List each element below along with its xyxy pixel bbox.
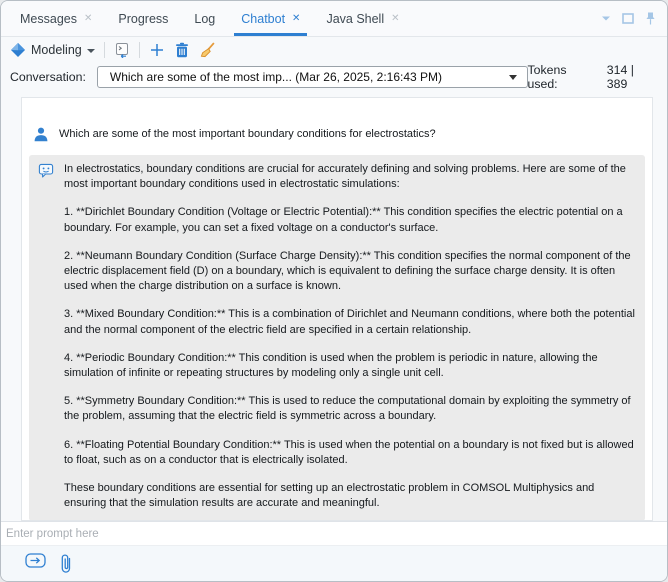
send-to-shell-button[interactable]	[114, 42, 130, 58]
toolbar-separator	[104, 42, 105, 58]
trash-icon	[174, 42, 190, 58]
tokens-used: Tokens used: 314 | 389	[528, 63, 658, 91]
tokens-value: 314 | 389	[607, 63, 657, 91]
tab-chatbot[interactable]: Chatbot ✕	[228, 1, 313, 36]
comsol-model-icon	[10, 42, 26, 58]
prompt-row	[1, 521, 667, 545]
chatbot-window: Messages ✕ Progress Log Chatbot ✕ Java S…	[0, 0, 668, 582]
user-icon	[33, 126, 49, 142]
tokens-label: Tokens used:	[528, 63, 599, 91]
chevron-down-icon[interactable]	[601, 15, 611, 22]
conversation-label: Conversation:	[10, 70, 86, 84]
close-icon[interactable]: ✕	[84, 14, 92, 24]
chatbot-icon	[38, 162, 54, 178]
send-prompt-button[interactable]	[25, 553, 46, 573]
plus-icon	[149, 42, 165, 58]
bot-paragraph: These boundary conditions are essential …	[64, 481, 636, 511]
pin-icon[interactable]	[645, 12, 656, 25]
bot-paragraph: 2. **Neumann Boundary Condition (Surface…	[64, 249, 636, 295]
tab-label: Chatbot	[241, 12, 285, 26]
conversation-row: Conversation: Which are some of the most…	[1, 63, 667, 93]
chat-area: Which are some of the most important bou…	[21, 97, 653, 521]
modeling-mode-label: Modeling	[31, 43, 82, 57]
chevron-down-icon	[87, 49, 95, 53]
chatbot-toolbar: Modeling	[1, 37, 667, 63]
bot-paragraph: 5. **Symmetry Boundary Condition:** This…	[64, 394, 636, 424]
prompt-input[interactable]	[1, 522, 667, 545]
send-to-shell-icon	[114, 42, 130, 58]
toolbar-separator	[139, 42, 140, 58]
bot-message: In electrostatics, boundary conditions a…	[29, 155, 645, 521]
send-icon	[25, 553, 46, 568]
conversation-selected: Which are some of the most imp... (Mar 2…	[110, 70, 509, 84]
user-message-text: Which are some of the most important bou…	[59, 126, 436, 140]
close-icon[interactable]: ✕	[292, 14, 300, 24]
broom-icon	[199, 42, 215, 58]
attach-file-button[interactable]	[59, 553, 72, 580]
bot-paragraph: 6. **Floating Potential Boundary Conditi…	[64, 438, 636, 468]
tab-progress[interactable]: Progress	[105, 1, 181, 36]
tab-label: Progress	[118, 12, 168, 26]
window-controls	[601, 1, 667, 36]
chevron-down-icon	[509, 75, 517, 80]
prompt-actions	[1, 545, 667, 581]
modeling-mode-dropdown[interactable]: Modeling	[10, 42, 95, 58]
close-icon[interactable]: ✕	[391, 14, 399, 24]
new-conversation-button[interactable]	[149, 42, 165, 58]
bot-message-text: In electrostatics, boundary conditions a…	[64, 162, 636, 511]
tab-label: Log	[194, 12, 215, 26]
tab-java-shell[interactable]: Java Shell ✕	[313, 1, 412, 36]
bot-paragraph: 1. **Dirichlet Boundary Condition (Volta…	[64, 205, 636, 235]
delete-conversation-button[interactable]	[174, 42, 190, 58]
bot-paragraph: In electrostatics, boundary conditions a…	[64, 162, 636, 192]
tab-log[interactable]: Log	[181, 1, 228, 36]
bot-paragraph: 4. **Periodic Boundary Condition:** This…	[64, 351, 636, 381]
tab-label: Java Shell	[326, 12, 384, 26]
bot-paragraph: 3. **Mixed Boundary Condition:** This is…	[64, 307, 636, 337]
float-window-icon[interactable]	[622, 13, 634, 24]
tab-label: Messages	[20, 12, 77, 26]
paperclip-icon	[59, 553, 72, 575]
conversation-select[interactable]: Which are some of the most imp... (Mar 2…	[97, 66, 528, 88]
clear-conversation-button[interactable]	[199, 42, 215, 58]
tab-bar: Messages ✕ Progress Log Chatbot ✕ Java S…	[1, 1, 667, 37]
user-message: Which are some of the most important bou…	[29, 126, 645, 142]
tab-messages[interactable]: Messages ✕	[7, 1, 105, 36]
